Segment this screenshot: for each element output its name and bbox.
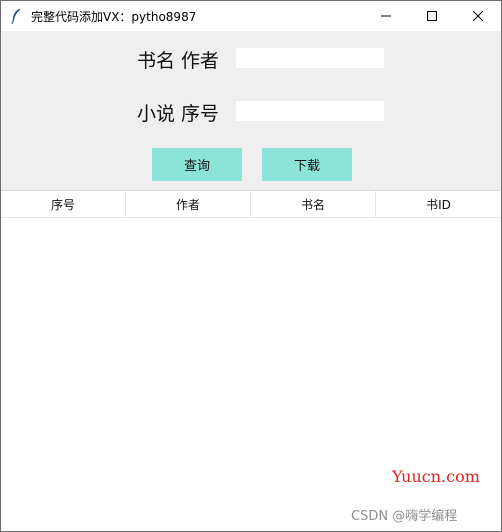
feather-icon [11, 8, 23, 24]
site-watermark: Yuucn.com [392, 467, 480, 486]
search-form: 书名 作者 小说 序号 查询 下载 [1, 31, 501, 190]
download-button[interactable]: 下载 [262, 148, 352, 181]
column-header-title[interactable]: 书名 [251, 191, 376, 217]
window-title: 完整代码添加VX：pytho8987 [31, 9, 197, 24]
csdn-watermark: CSDN @嗨学编程 [351, 509, 458, 524]
column-header-author[interactable]: 作者 [126, 191, 251, 217]
minimize-icon [381, 11, 391, 21]
minimize-button[interactable] [363, 1, 409, 31]
table-header: 序号 作者 书名 书ID [1, 190, 501, 218]
query-button[interactable]: 查询 [152, 148, 242, 181]
column-header-number[interactable]: 序号 [1, 191, 126, 217]
novel-number-label: 小说 序号 [137, 103, 220, 125]
close-button[interactable] [455, 1, 501, 31]
column-header-book-id[interactable]: 书ID [376, 191, 501, 217]
book-author-label: 书名 作者 [137, 50, 220, 72]
book-author-input[interactable] [236, 48, 384, 68]
maximize-icon [427, 11, 437, 21]
close-icon [473, 11, 483, 21]
app-window: 完整代码添加VX：pytho8987 书名 作者 小说 序号 查询 下载 序号 … [0, 0, 502, 532]
title-bar[interactable]: 完整代码添加VX：pytho8987 [1, 1, 501, 31]
maximize-button[interactable] [409, 1, 455, 31]
novel-number-input[interactable] [236, 101, 384, 121]
window-controls [363, 1, 501, 31]
